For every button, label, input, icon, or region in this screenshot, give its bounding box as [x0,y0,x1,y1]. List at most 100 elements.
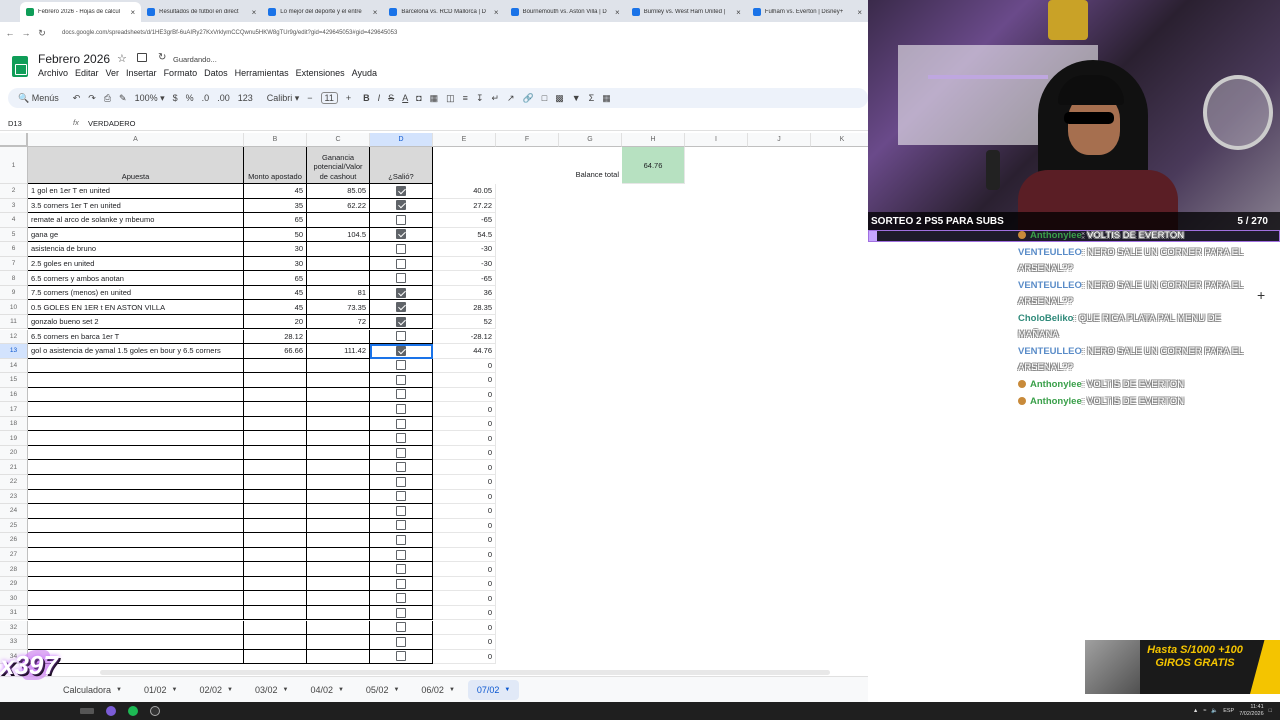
empty-cell[interactable] [496,242,559,257]
empty-cell[interactable] [748,286,811,301]
row-number[interactable]: 14 [0,358,28,374]
sheet-tab[interactable]: 06/02 ▼ [412,680,463,700]
empty-cell[interactable] [622,199,685,214]
close-icon[interactable]: × [494,8,499,17]
column-header[interactable]: J [748,133,811,147]
move-folder-icon[interactable] [137,53,147,62]
column-header[interactable]: E [433,133,496,147]
result-cell[interactable] [370,184,433,199]
empty-cell[interactable] [811,490,868,505]
taskbar-app-icon[interactable] [80,708,94,714]
empty-cell[interactable] [496,519,559,534]
menu-item[interactable]: Ayuda [352,68,377,78]
empty-cell[interactable] [811,402,868,417]
row-number[interactable]: 4 [0,213,28,228]
empty-cell[interactable] [622,606,685,621]
empty-cell[interactable] [559,300,622,315]
empty-cell[interactable] [685,300,748,315]
bet-cell[interactable] [28,373,244,388]
empty-cell[interactable] [622,475,685,490]
empty-cell[interactable] [496,577,559,592]
payout-cell[interactable] [307,431,370,446]
checkbox[interactable] [396,389,406,400]
comment-icon[interactable]: □ [542,93,547,103]
payout-cell[interactable] [307,475,370,490]
checkbox[interactable] [396,433,406,444]
amount-cell[interactable] [244,445,307,461]
empty-cell[interactable] [559,257,622,272]
empty-cell[interactable] [496,431,559,446]
browser-tab[interactable]: Lo mejor del deporte y el entre × [262,2,383,22]
empty-cell[interactable] [559,577,622,592]
functions-icon[interactable]: Σ [589,93,595,103]
empty-cell[interactable] [685,213,748,228]
empty-cell[interactable] [559,359,622,374]
chevron-down-icon[interactable]: ▼ [393,687,399,693]
bet-cell[interactable] [28,576,244,592]
checkbox[interactable] [396,200,406,211]
column-header[interactable]: C [307,133,370,147]
empty-cell[interactable] [622,300,685,315]
result-cell[interactable] [370,416,433,432]
browser-tab[interactable]: Barcelona vs. RCD Mallorca | D × [383,2,504,22]
chevron-down-icon[interactable]: ▼ [338,687,344,693]
spotify-icon[interactable] [128,706,138,716]
empty-cell[interactable] [685,577,748,592]
select-all-corner[interactable] [0,133,28,147]
menu-item[interactable]: Datos [204,68,228,78]
bet-cell[interactable] [28,475,244,490]
result-cell[interactable] [370,576,433,592]
result-cell[interactable] [370,475,433,490]
close-icon[interactable]: × [373,8,378,17]
empty-cell[interactable] [622,460,685,475]
amount-cell[interactable]: 65 [244,271,307,286]
empty-cell[interactable] [622,184,685,199]
row-number[interactable]: 3 [0,198,28,214]
empty-cell[interactable] [496,504,559,519]
checkbox[interactable] [396,476,406,487]
empty-cell[interactable] [811,562,868,577]
result-cell[interactable] [370,242,433,257]
bet-cell[interactable]: 1 gol en 1er T en united [28,184,244,199]
result-cell[interactable] [370,547,433,563]
bet-cell[interactable] [28,431,244,446]
result-cell[interactable] [370,300,433,315]
empty-cell[interactable] [748,213,811,228]
empty-cell[interactable] [685,460,748,475]
empty-cell[interactable] [622,228,685,243]
empty-cell[interactable] [622,591,685,606]
result-cell[interactable] [370,358,433,374]
empty-cell[interactable] [748,548,811,563]
empty-cell[interactable] [811,417,868,432]
close-icon[interactable]: × [857,8,862,17]
checkbox[interactable] [396,287,406,298]
chat-username[interactable]: Anthonylee [1030,396,1082,407]
amount-cell[interactable] [244,504,307,519]
result-cell[interactable] [370,402,433,417]
empty-cell[interactable] [748,650,811,665]
result-cell[interactable] [370,533,433,548]
amount-cell[interactable] [244,373,307,388]
amount-cell[interactable] [244,416,307,432]
empty-cell[interactable] [811,315,868,330]
payout-cell[interactable]: 62.22 [307,198,370,214]
empty-cell[interactable] [685,490,748,505]
empty-cell[interactable] [496,446,559,461]
empty-cell[interactable] [559,504,622,519]
empty-cell[interactable] [685,315,748,330]
payout-cell[interactable] [307,533,370,548]
result-cell[interactable] [370,285,433,301]
empty-cell[interactable] [811,359,868,374]
empty-cell[interactable] [559,475,622,490]
empty-cell[interactable] [685,388,748,403]
empty-cell[interactable] [559,519,622,534]
result-cell[interactable] [370,620,433,636]
empty-cell[interactable] [811,344,868,359]
decrease-decimal-button[interactable]: .0 [202,93,210,103]
chat-username[interactable]: VENTEULLEO [1018,346,1082,357]
menu-item[interactable]: Ver [106,68,120,78]
empty-cell[interactable] [685,271,748,286]
empty-cell[interactable] [559,635,622,650]
taskbar-app-icon[interactable] [106,706,116,716]
result-cell[interactable] [370,605,433,621]
